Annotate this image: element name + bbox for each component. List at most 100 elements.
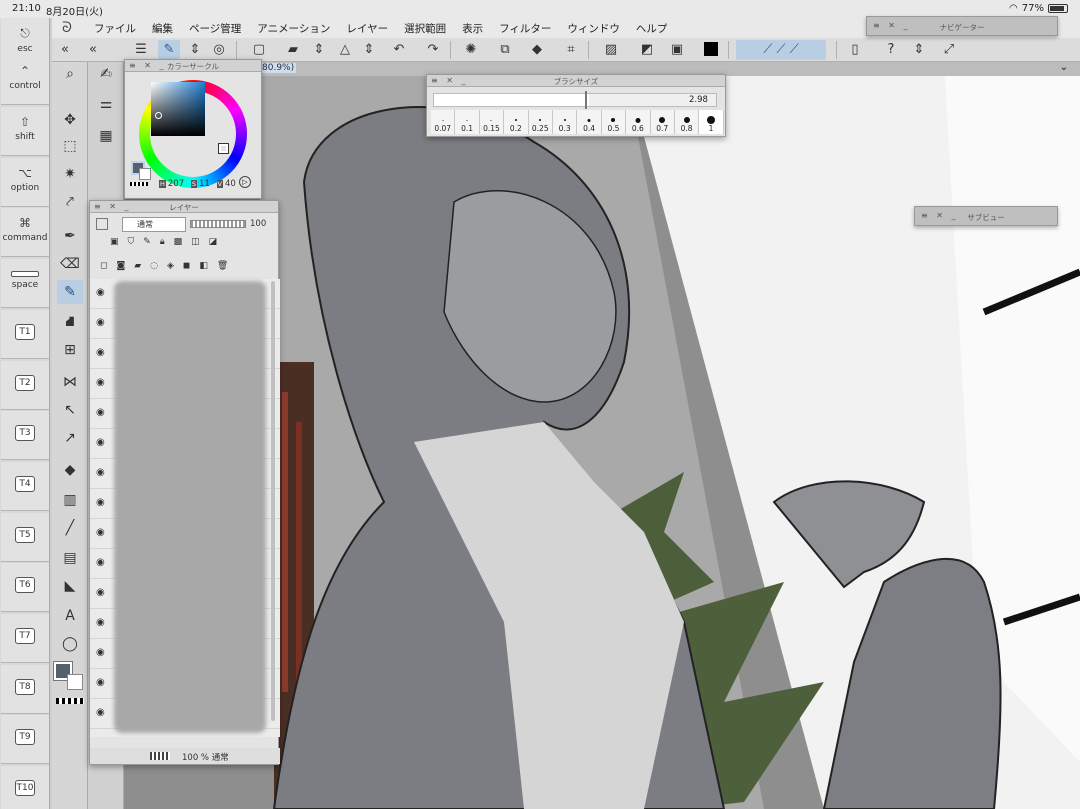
balloon-icon[interactable]: ◯ <box>57 632 83 656</box>
brush-size-preset[interactable]: 0.4 <box>577 110 602 134</box>
color-mode-icon[interactable]: ▷ <box>239 176 251 188</box>
magic-wand-icon[interactable]: ✷ <box>57 162 83 186</box>
shortcut-key-t4[interactable]: T4 <box>1 462 49 511</box>
brush-size-preset[interactable]: 0.8 <box>674 110 700 134</box>
eye-icon[interactable]: ◉ <box>96 467 105 478</box>
opacity-slider[interactable] <box>190 220 246 228</box>
brush-size-preset[interactable]: 0.6 <box>626 110 651 134</box>
eye-icon[interactable]: ◉ <box>96 407 105 418</box>
eye-icon[interactable]: ◉ <box>96 617 105 628</box>
eyedropper-icon[interactable]: ⤤ <box>57 190 83 214</box>
menu-icon[interactable]: ☰ <box>130 40 152 60</box>
eraser-icon[interactable]: ⌫ <box>57 252 83 276</box>
new-folder-icon[interactable]: ▰ <box>134 261 150 271</box>
magnifier-icon[interactable]: ⌕ <box>57 62 83 86</box>
perspective-icon[interactable]: ⊞ <box>57 338 83 362</box>
undo-icon[interactable]: ↶ <box>388 40 410 60</box>
quick-access-icon[interactable]: ◎ <box>208 40 230 60</box>
pen-icon[interactable]: ✒ <box>57 224 83 248</box>
menu-item[interactable]: 表示 <box>454 21 491 36</box>
eye-icon[interactable]: ◉ <box>96 497 105 508</box>
menu-item[interactable]: ファイル <box>86 21 144 36</box>
menu-item[interactable]: 選択範囲 <box>396 21 454 36</box>
lock-alpha-icon[interactable]: ▩ <box>174 237 192 247</box>
menu-item[interactable]: ページ管理 <box>181 21 249 36</box>
blend-mode-select[interactable]: 通常 <box>122 217 186 232</box>
mask-create-icon[interactable]: ◼ <box>183 261 199 271</box>
transparent-color-swatch[interactable] <box>56 698 84 704</box>
transparent-chip[interactable] <box>130 182 148 186</box>
shortcut-key-t7[interactable]: T7 <box>1 614 49 663</box>
shortcut-key-t1[interactable]: T1 <box>1 310 49 359</box>
layer-color-checkbox[interactable] <box>96 218 108 230</box>
pencil-icon[interactable]: ✎ <box>57 280 83 304</box>
eye-icon[interactable]: ◉ <box>96 527 105 538</box>
move-icon[interactable]: ✥ <box>57 108 83 132</box>
subview-panel[interactable]: ≡ ✕ _ サブビュー <box>914 206 1058 226</box>
ruler-icon[interactable]: ◣ <box>57 574 83 598</box>
fill-tool-icon[interactable]: ⛘ <box>57 310 83 334</box>
draft-icon[interactable]: ✎ <box>143 237 160 247</box>
ruler-group-icon[interactable]: ⟋ ⟋ ⟋ <box>736 40 826 60</box>
modifier-key-command[interactable]: ⌘ command <box>1 208 49 257</box>
eye-icon[interactable]: ◉ <box>96 677 105 688</box>
menu-item[interactable]: フィルター <box>491 21 559 36</box>
device-icon[interactable]: ▯ <box>844 40 866 60</box>
clear-icon[interactable]: ▨ <box>600 40 622 60</box>
collapse-left-icon[interactable]: « <box>54 40 76 60</box>
frame-icon[interactable]: ▤ <box>57 546 83 570</box>
material-icon[interactable]: ▦ <box>93 124 119 148</box>
brush-size-preset[interactable]: 0.15 <box>479 110 505 134</box>
modifier-key-option[interactable]: ⌥ option <box>1 158 49 207</box>
clear-outside-icon[interactable]: ◩ <box>636 40 658 60</box>
delete-layer-icon[interactable]: 🗑︎ <box>217 261 237 271</box>
sub-color-swatch[interactable] <box>67 674 83 690</box>
color-cursor[interactable] <box>155 112 162 119</box>
figure-icon[interactable]: ⋈ <box>57 370 83 394</box>
saturation-value-square[interactable] <box>151 82 205 136</box>
menu-item[interactable]: レイヤー <box>338 21 396 36</box>
eye-icon[interactable]: ◉ <box>96 377 105 388</box>
shortcut-key-t3[interactable]: T3 <box>1 411 49 460</box>
fill-icon[interactable]: ◆ <box>526 40 548 60</box>
eye-icon[interactable]: ◉ <box>96 707 105 718</box>
eye-icon[interactable]: ◉ <box>96 287 105 298</box>
object-icon[interactable]: ↖ <box>57 398 83 422</box>
mask-apply-icon[interactable]: ◧ <box>199 261 217 271</box>
shortcut-key-t6[interactable]: T6 <box>1 563 49 612</box>
brush-size-preset[interactable]: 0.25 <box>528 110 553 134</box>
new-vector-layer-icon[interactable]: ◙ <box>116 261 134 271</box>
sub-color-chip[interactable] <box>139 168 151 180</box>
slider-handle[interactable] <box>585 91 587 109</box>
copy-icon[interactable]: ⧉ <box>494 40 516 60</box>
brush-size-slider[interactable] <box>433 93 717 107</box>
invert-icon[interactable]: ▣ <box>666 40 688 60</box>
stepper-icon-2[interactable]: ⇕ <box>308 40 330 60</box>
redo-icon[interactable]: ↷ <box>422 40 444 60</box>
layer-scrollbar[interactable] <box>271 281 275 721</box>
modifier-key-control[interactable]: ⌃ control <box>1 56 49 105</box>
brush-size-preset[interactable]: 0.3 <box>552 110 578 134</box>
app-logo-icon[interactable]: ᘐ <box>62 20 86 36</box>
gradient-icon[interactable]: ▥ <box>57 488 83 512</box>
stepper-icon[interactable]: ⇕ <box>184 40 206 60</box>
brush-size-preset[interactable]: 0.07 <box>431 110 456 134</box>
brush-icon[interactable]: ✍ <box>93 62 119 86</box>
fill-black-icon[interactable] <box>704 42 718 56</box>
hue-knob[interactable] <box>218 143 229 154</box>
modifier-key-shift[interactable]: ⇧ shift <box>1 107 49 156</box>
stepper-icon-3[interactable]: ⇕ <box>358 40 380 60</box>
mask-icon[interactable]: ◫ <box>191 237 209 247</box>
collapse-left-icon-2[interactable]: « <box>82 40 104 60</box>
brush-size-preset[interactable]: 0.5 <box>601 110 627 134</box>
shortcut-key-t2[interactable]: T2 <box>1 361 49 410</box>
brush-size-preset[interactable]: 0.2 <box>504 110 529 134</box>
shortcut-key-t10[interactable]: T10 <box>1 766 49 809</box>
menu-item[interactable]: ヘルプ <box>628 21 676 36</box>
navigator-panel[interactable]: ≡ ✕ _ ナビゲーター <box>866 16 1058 36</box>
loading-icon[interactable]: ✺ <box>460 40 482 60</box>
pen-pressure-icon[interactable]: ✎ <box>158 40 180 60</box>
shortcut-key-t5[interactable]: T5 <box>1 513 49 562</box>
eye-icon[interactable]: ◉ <box>96 347 105 358</box>
eye-icon[interactable]: ◉ <box>96 437 105 448</box>
